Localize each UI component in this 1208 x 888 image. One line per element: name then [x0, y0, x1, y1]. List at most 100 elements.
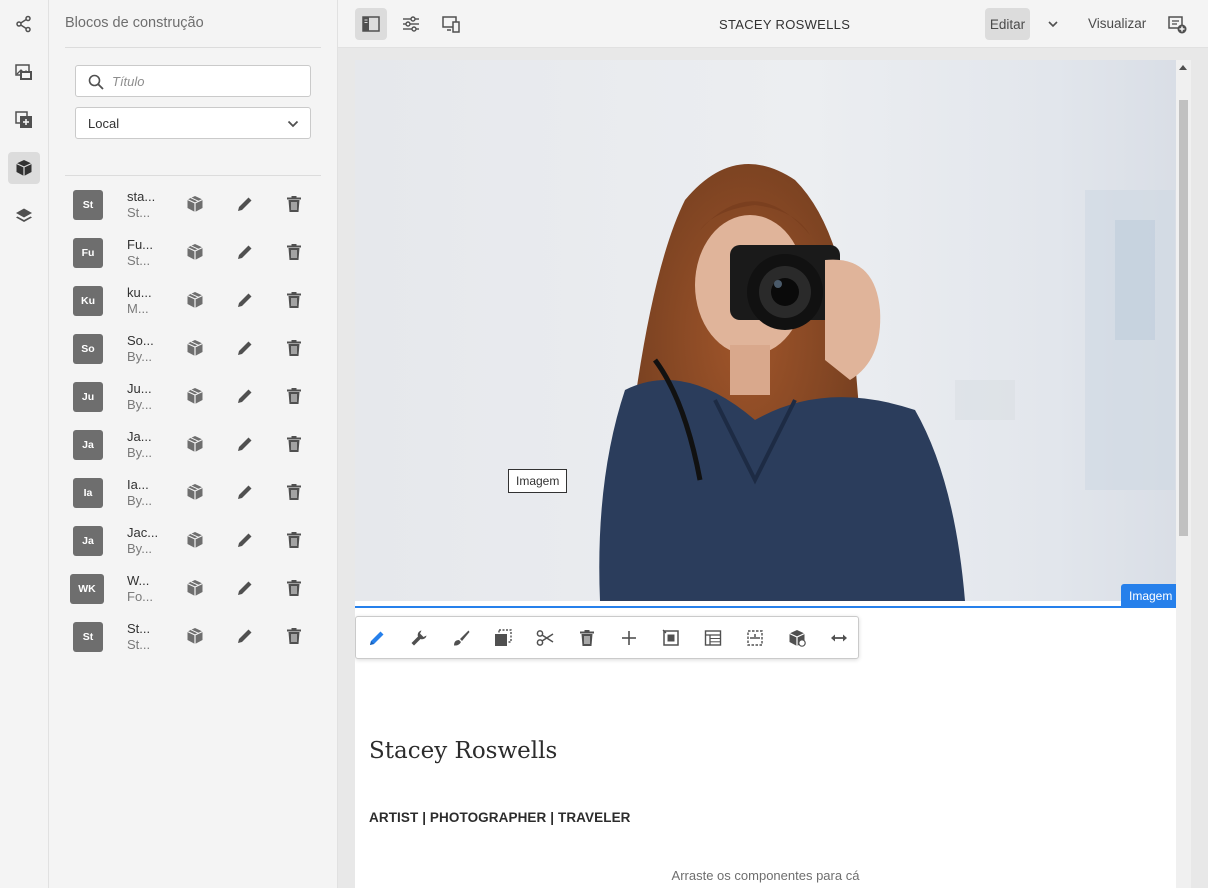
- scroll-thumb[interactable]: [1179, 100, 1188, 536]
- page-subheading[interactable]: ARTIST | PHOTOGRAPHER | TRAVELER: [369, 810, 631, 825]
- insert-building-block-icon[interactable]: [185, 530, 205, 550]
- filter-value: Local: [88, 116, 120, 131]
- insert-building-block-icon[interactable]: [185, 482, 205, 502]
- delete-trash-icon[interactable]: [284, 242, 304, 262]
- components-icon[interactable]: [8, 104, 40, 136]
- building-block-name: Ju...: [127, 381, 152, 396]
- edit-pencil-icon[interactable]: [235, 434, 255, 454]
- building-block-name: sta...: [127, 189, 156, 204]
- hero-image[interactable]: [355, 60, 1176, 601]
- insert-building-block-icon[interactable]: [185, 434, 205, 454]
- search-input[interactable]: [112, 66, 302, 96]
- cut-scissors-icon[interactable]: [534, 627, 556, 649]
- edit-pencil-icon[interactable]: [235, 482, 255, 502]
- list-item[interactable]: Ja Jac... By...: [49, 516, 338, 564]
- emulator-icon[interactable]: [435, 8, 467, 40]
- avatar: Ja: [73, 526, 103, 556]
- layers-icon[interactable]: [8, 200, 40, 232]
- filter-select[interactable]: Local: [75, 107, 311, 139]
- edit-pencil-icon[interactable]: [366, 627, 388, 649]
- delete-trash-icon[interactable]: [284, 386, 304, 406]
- resize-arrows-icon[interactable]: [828, 627, 850, 649]
- list-item[interactable]: Ku ku... M...: [49, 276, 338, 324]
- copy-icon[interactable]: [492, 627, 514, 649]
- building-block-description: M...: [127, 301, 149, 316]
- parent-select-icon[interactable]: [660, 627, 682, 649]
- group-icon[interactable]: [744, 627, 766, 649]
- building-block-description: Fo...: [127, 589, 154, 604]
- list-item[interactable]: St sta... St...: [49, 180, 338, 228]
- delete-trash-icon[interactable]: [284, 434, 304, 454]
- insert-building-block-icon[interactable]: [185, 578, 205, 598]
- building-block-name: So...: [127, 333, 154, 348]
- building-block-description: By...: [127, 445, 153, 460]
- edit-pencil-icon[interactable]: [235, 242, 255, 262]
- insert-plus-icon[interactable]: [618, 627, 640, 649]
- preview-button[interactable]: Visualizar: [1088, 16, 1146, 31]
- delete-trash-icon[interactable]: [284, 194, 304, 214]
- insert-building-block-icon[interactable]: [185, 338, 205, 358]
- building-blocks-icon[interactable]: [8, 152, 40, 184]
- delete-trash-icon[interactable]: [284, 482, 304, 502]
- list-item[interactable]: Ia Ia... By...: [49, 468, 338, 516]
- chevron-down-icon: [287, 120, 299, 128]
- list-item[interactable]: St St... St...: [49, 612, 338, 660]
- editor-canvas: Imagem Imagem Stacey Roswells ARTIST | P…: [338, 48, 1208, 888]
- drop-zone[interactable]: Arraste os componentes para cá: [355, 868, 1176, 883]
- list-item[interactable]: Ja Ja... By...: [49, 420, 338, 468]
- page-properties-icon[interactable]: [395, 8, 427, 40]
- edit-pencil-icon[interactable]: [235, 578, 255, 598]
- left-rail: [0, 0, 49, 888]
- building-block-name: Jac...: [127, 525, 159, 540]
- chevron-down-icon[interactable]: [1044, 15, 1062, 33]
- delete-trash-icon[interactable]: [576, 627, 598, 649]
- toggle-side-panel-icon[interactable]: [355, 8, 387, 40]
- building-blocks-panel: Blocos de construção Local Ststa...St...…: [49, 0, 338, 888]
- building-block-description: By...: [127, 349, 153, 364]
- annotations-icon[interactable]: [1167, 14, 1187, 34]
- avatar: St: [73, 190, 103, 220]
- building-block-name: ku...: [127, 285, 152, 300]
- scroll-up-arrow-icon[interactable]: [1179, 65, 1187, 70]
- selected-component-label[interactable]: Imagem: [1121, 584, 1176, 608]
- layout-table-icon[interactable]: [702, 627, 724, 649]
- edit-pencil-icon[interactable]: [235, 338, 255, 358]
- editor-toolbar: STACEY ROSWELLS Editar Visualizar: [338, 0, 1208, 48]
- edit-pencil-icon[interactable]: [235, 194, 255, 214]
- list-item[interactable]: Fu Fu... St...: [49, 228, 338, 276]
- delete-trash-icon[interactable]: [284, 626, 304, 646]
- delete-trash-icon[interactable]: [284, 530, 304, 550]
- style-brush-icon[interactable]: [450, 627, 472, 649]
- insert-building-block-icon[interactable]: [185, 626, 205, 646]
- delete-trash-icon[interactable]: [284, 578, 304, 598]
- convert-building-block-icon[interactable]: [786, 627, 808, 649]
- insert-building-block-icon[interactable]: [185, 386, 205, 406]
- delete-trash-icon[interactable]: [284, 338, 304, 358]
- configure-wrench-icon[interactable]: [408, 627, 430, 649]
- edit-pencil-icon[interactable]: [235, 290, 255, 310]
- divider: [65, 47, 321, 48]
- list-item[interactable]: So So... By...: [49, 324, 338, 372]
- edit-pencil-icon[interactable]: [235, 530, 255, 550]
- avatar: Ja: [73, 430, 103, 460]
- page-title: STACEY ROSWELLS: [719, 17, 851, 32]
- list-item[interactable]: WK W... Fo...: [49, 564, 338, 612]
- insert-building-block-icon[interactable]: [185, 242, 205, 262]
- insert-building-block-icon[interactable]: [185, 290, 205, 310]
- canvas-scrollbar[interactable]: [1176, 60, 1191, 888]
- edit-pencil-icon[interactable]: [235, 386, 255, 406]
- building-block-name: Ia...: [127, 477, 149, 492]
- share-icon[interactable]: [8, 8, 40, 40]
- assets-icon[interactable]: [8, 56, 40, 88]
- building-block-name: Ja...: [127, 429, 152, 444]
- insert-building-block-icon[interactable]: [185, 194, 205, 214]
- search-field[interactable]: [75, 65, 311, 97]
- building-block-description: By...: [127, 397, 153, 412]
- page-heading[interactable]: Stacey Roswells: [369, 738, 557, 764]
- list-item[interactable]: Ju Ju... By...: [49, 372, 338, 420]
- selection-outline: [355, 606, 1176, 608]
- delete-trash-icon[interactable]: [284, 290, 304, 310]
- edit-pencil-icon[interactable]: [235, 626, 255, 646]
- avatar: WK: [70, 574, 104, 604]
- edit-mode-button[interactable]: Editar: [985, 8, 1030, 40]
